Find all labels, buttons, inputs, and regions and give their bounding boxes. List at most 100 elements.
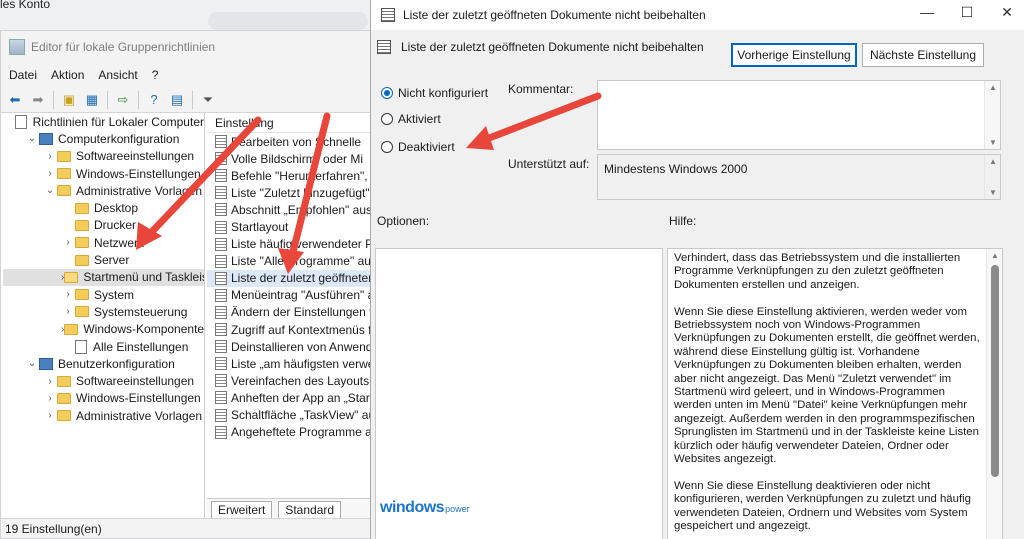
radio-dot-selected[interactable]: [381, 87, 393, 99]
supported-scrollbar[interactable]: ▲ ▼: [984, 155, 1000, 199]
setting-row[interactable]: Volle Bildschirm- oder Mi: [207, 150, 373, 167]
setting-row[interactable]: Liste "Alle Programme" aus d: [207, 253, 373, 270]
maximize-icon[interactable]: ☐: [958, 4, 976, 21]
tree-item[interactable]: Desktop: [3, 199, 204, 216]
setting-row[interactable]: Menüeintrag "Ausführen" au: [207, 287, 373, 304]
minimize-icon[interactable]: —: [918, 4, 936, 21]
export-list-icon[interactable]: ⇨: [113, 90, 133, 110]
scroll-up-icon[interactable]: ▲: [985, 83, 1001, 92]
chevron-down-icon[interactable]: ⌄: [43, 185, 57, 196]
chevron-right-icon[interactable]: ›: [61, 306, 75, 317]
tree-item[interactable]: › Startmenü und Taskleist: [3, 268, 204, 286]
forward-arrow-icon[interactable]: ➡: [28, 90, 48, 110]
show-hide-tree-icon[interactable]: ▦: [82, 90, 102, 110]
tree-item[interactable]: › System: [3, 286, 204, 303]
tree-item[interactable]: › Systemsteuerung: [3, 303, 204, 320]
tree-item[interactable]: › Windows-Einstellungen: [3, 165, 204, 182]
tree-item[interactable]: Server: [3, 251, 204, 268]
previous-setting-button[interactable]: Vorherige Einstellung: [731, 43, 857, 67]
setting-row[interactable]: Bearbeiten von Schnelle: [207, 133, 373, 150]
tree-item[interactable]: › Softwareeinstellungen: [3, 372, 204, 389]
policy-setting-icon: [215, 271, 227, 285]
menu-help[interactable]: ?: [152, 68, 159, 82]
close-icon[interactable]: ✕: [998, 4, 1016, 21]
tree-item[interactable]: › Netzwerk: [3, 234, 204, 251]
chevron-right-icon[interactable]: ›: [43, 168, 57, 179]
setting-row[interactable]: Vereinfachen des Layouts fü: [207, 372, 373, 389]
policy-setting-icon: [215, 408, 227, 422]
tree-item[interactable]: Drucker: [3, 217, 204, 234]
scroll-down-icon[interactable]: ▼: [985, 138, 1001, 147]
chevron-right-icon[interactable]: ›: [61, 289, 75, 300]
chevron-right-icon[interactable]: ›: [43, 151, 57, 162]
list-header-einstellung[interactable]: Einstellung: [207, 113, 373, 133]
menu-aktion[interactable]: Aktion: [51, 68, 84, 82]
radio-not-configured[interactable]: Nicht konfiguriert: [381, 86, 488, 100]
setting-row[interactable]: Angeheftete Programme aus: [207, 424, 373, 441]
tree-item[interactable]: › Administrative Vorlagen: [3, 407, 204, 424]
tree-item[interactable]: ⌄ Computerkonfiguration: [3, 130, 204, 147]
settings-list: Einstellung Bearbeiten von Schnelle Volle…: [207, 113, 373, 520]
chevron-right-icon[interactable]: ›: [43, 376, 57, 387]
toolbar-divider: [107, 90, 108, 109]
toolbar-divider: [138, 90, 139, 109]
setting-row-label: Abschnitt „Empfohlen" aus d: [231, 202, 373, 217]
tree-item-label: Windows-Einstellungen: [76, 166, 201, 181]
next-setting-button[interactable]: Nächste Einstellung: [862, 43, 984, 67]
tree-item[interactable]: ⌄ Administrative Vorlagen: [3, 182, 204, 199]
policy-setting-icon: [215, 425, 227, 439]
comment-textarea[interactable]: ▲ ▼: [597, 80, 1001, 150]
setting-row[interactable]: Liste „am häufigsten verwen: [207, 355, 373, 372]
chevron-right-icon[interactable]: ›: [43, 393, 57, 404]
radio-dot[interactable]: [381, 141, 393, 153]
scroll-up-icon[interactable]: ▲: [987, 251, 1003, 260]
tree-item-label: Benutzerkonfiguration: [58, 356, 175, 371]
supported-label: Unterstützt auf:: [508, 157, 590, 171]
setting-row-label: Schaltfläche „TaskView" aus: [231, 408, 373, 423]
chevron-down-icon[interactable]: ⌄: [25, 358, 39, 369]
tree-item-label: Windows-Komponenten: [83, 322, 205, 337]
scroll-down-icon[interactable]: ▼: [985, 188, 1001, 197]
help-scrollbar[interactable]: ▲: [986, 249, 1002, 539]
up-folder-icon[interactable]: ▣: [59, 90, 79, 110]
menu-datei[interactable]: Datei: [9, 68, 37, 82]
menu-ansicht[interactable]: Ansicht: [98, 68, 137, 82]
tree-item[interactable]: › Windows-Komponenten: [3, 321, 204, 338]
setting-row[interactable]: Startlayout: [207, 218, 373, 235]
setting-row[interactable]: Zugriff auf Kontextmenüs fü: [207, 321, 373, 338]
chevron-down-icon[interactable]: ⌄: [25, 133, 39, 144]
radio-dot[interactable]: [381, 113, 393, 125]
setting-row[interactable]: Befehle "Herunterfahren", "N: [207, 167, 373, 184]
chevron-right-icon[interactable]: ›: [61, 237, 75, 248]
comment-label: Kommentar:: [508, 82, 574, 96]
setting-row[interactable]: Anheften der App an „Start": [207, 389, 373, 406]
tree-item[interactable]: Alle Einstellungen: [3, 338, 204, 355]
radio-enabled[interactable]: Aktiviert: [381, 112, 441, 126]
chevron-right-icon[interactable]: ›: [43, 410, 57, 421]
tab-erweitert[interactable]: Erweitert: [211, 500, 273, 519]
back-arrow-icon[interactable]: ⬅: [5, 90, 25, 110]
tree-item[interactable]: › Windows-Einstellungen: [3, 390, 204, 407]
setting-row[interactable]: Schaltfläche „TaskView" aus: [207, 407, 373, 424]
setting-row[interactable]: Abschnitt „Empfohlen" aus d: [207, 201, 373, 218]
policy-setting-icon: [215, 305, 227, 319]
tree-item[interactable]: ⌄ Benutzerkonfiguration: [3, 355, 204, 372]
setting-row[interactable]: Liste der zuletzt geöffneten D: [207, 269, 373, 287]
help-icon[interactable]: ?: [144, 90, 164, 110]
setting-row[interactable]: Deinstallieren von Anwendu: [207, 338, 373, 355]
tree-item[interactable]: › Softwareeinstellungen: [3, 148, 204, 165]
tab-standard[interactable]: Standard: [278, 500, 342, 519]
scroll-up-icon[interactable]: ▲: [985, 157, 1001, 166]
setting-row[interactable]: Ändern der Einstellungen fü: [207, 304, 373, 321]
toolbar-divider: [192, 90, 193, 109]
policy-setting-icon: [215, 169, 227, 183]
policy-setting-icon: [215, 203, 227, 217]
radio-disabled[interactable]: Deaktiviert: [381, 140, 455, 154]
scroll-thumb[interactable]: [991, 265, 999, 477]
setting-row[interactable]: Liste "Zuletzt hinzugefügt" a: [207, 184, 373, 201]
tree-item[interactable]: Richtlinien für Lokaler Computer: [3, 113, 204, 130]
setting-row[interactable]: Liste häufig verwendeter Pro: [207, 236, 373, 253]
filter-icon[interactable]: ⏷: [198, 90, 218, 110]
comment-scrollbar[interactable]: ▲ ▼: [984, 81, 1000, 149]
properties-icon[interactable]: ▤: [167, 90, 187, 110]
